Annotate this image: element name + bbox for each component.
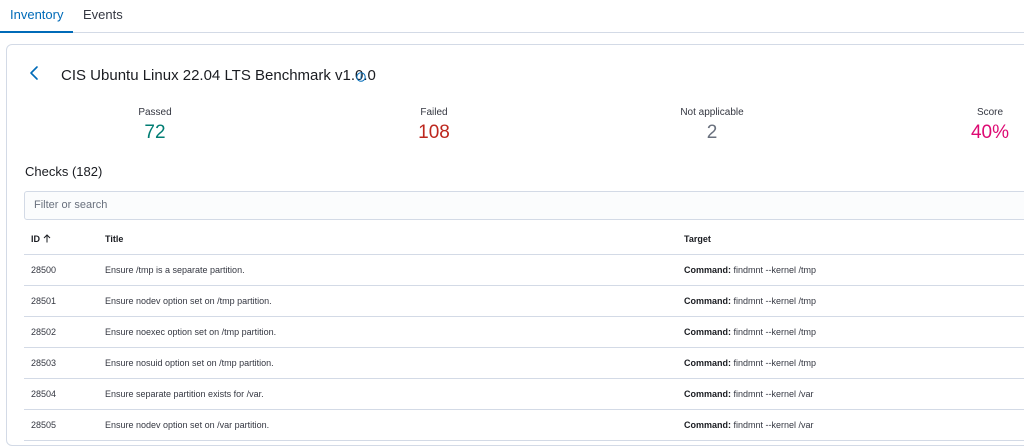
back-arrow-icon[interactable]: [28, 65, 40, 81]
search-field[interactable]: [24, 191, 1024, 220]
column-header-id[interactable]: ID: [31, 234, 51, 244]
target-command: findmnt --kernel /var: [733, 420, 814, 430]
row-target: Command: findmnt --kernel /tmp: [684, 265, 816, 275]
target-prefix: Command:: [684, 296, 731, 306]
stat-score: Score 40%: [940, 106, 1024, 145]
row-id: 28501: [31, 296, 57, 306]
stat-passed-label: Passed: [138, 107, 172, 118]
table-row[interactable]: 28501 Ensure nodev option set on /tmp pa…: [24, 286, 1024, 317]
row-target: Command: findmnt --kernel /tmp: [684, 327, 816, 337]
row-id: 28503: [31, 358, 57, 368]
target-prefix: Command:: [684, 389, 731, 399]
column-header-id-label: ID: [31, 234, 40, 244]
table-row[interactable]: 28503 Ensure nosuid option set on /tmp p…: [24, 348, 1024, 379]
tab-events[interactable]: Events: [83, 0, 123, 31]
row-title: Ensure nodev option set on /tmp partitio…: [105, 296, 272, 306]
stat-not-applicable: Not applicable 2: [662, 106, 762, 145]
stat-passed-value: 72: [144, 122, 166, 143]
stat-failed: Failed 108: [384, 106, 484, 145]
table-header: ID Title Target: [24, 225, 1024, 255]
tab-bar: Inventory Events: [0, 0, 1024, 33]
stat-passed: Passed 72: [105, 106, 205, 145]
stat-not-applicable-value: 2: [706, 122, 718, 143]
row-title: Ensure nodev option set on /var partitio…: [105, 420, 270, 430]
target-command: findmnt --kernel /tmp: [733, 265, 817, 275]
table-row[interactable]: 28500 Ensure /tmp is a separate partitio…: [24, 255, 1024, 286]
row-target: Command: findmnt --kernel /tmp: [684, 358, 816, 368]
target-prefix: Command:: [684, 265, 731, 275]
stat-score-value: 40%: [970, 122, 1010, 143]
checks-table: ID Title Target 28500 Ensure /tmp is a s…: [24, 225, 1024, 441]
stat-score-label: Score: [976, 107, 1004, 118]
row-title: Ensure noexec option set on /tmp partiti…: [105, 327, 277, 337]
stat-failed-value: 108: [418, 122, 450, 143]
row-id: 28500: [31, 265, 57, 275]
row-id: 28502: [31, 327, 57, 337]
checks-heading: Checks (182): [25, 164, 103, 179]
table-row[interactable]: 28504 Ensure separate partition exists f…: [24, 379, 1024, 410]
column-header-target[interactable]: Target: [684, 234, 711, 244]
sort-ascending-icon[interactable]: [43, 234, 51, 243]
page-title: CIS Ubuntu Linux 22.04 LTS Benchmark v1.…: [61, 67, 376, 84]
target-command: findmnt --kernel /tmp: [733, 327, 817, 337]
row-title: Ensure /tmp is a separate partition.: [105, 265, 245, 275]
stat-not-applicable-label: Not applicable: [680, 107, 744, 118]
target-prefix: Command:: [684, 327, 731, 337]
table-row[interactable]: 28505 Ensure nodev option set on /var pa…: [24, 410, 1024, 441]
tab-inventory[interactable]: Inventory: [0, 0, 74, 33]
row-title: Ensure nosuid option set on /tmp partiti…: [105, 358, 274, 368]
row-target: Command: findmnt --kernel /tmp: [684, 296, 816, 306]
row-id: 28505: [31, 420, 57, 430]
target-command: findmnt --kernel /tmp: [733, 358, 817, 368]
search-input[interactable]: [34, 199, 934, 211]
stat-failed-label: Failed: [420, 107, 448, 118]
target-command: findmnt --kernel /tmp: [733, 296, 817, 306]
row-target: Command: findmnt --kernel /var: [684, 389, 814, 399]
row-title: Ensure separate partition exists for /va…: [105, 389, 264, 399]
column-header-title[interactable]: Title: [105, 234, 123, 244]
row-target: Command: findmnt --kernel /var: [684, 420, 814, 430]
target-prefix: Command:: [684, 358, 731, 368]
row-id: 28504: [31, 389, 57, 399]
info-icon[interactable]: [356, 72, 366, 82]
target-prefix: Command:: [684, 420, 731, 430]
target-command: findmnt --kernel /var: [733, 389, 814, 399]
table-row[interactable]: 28502 Ensure noexec option set on /tmp p…: [24, 317, 1024, 348]
